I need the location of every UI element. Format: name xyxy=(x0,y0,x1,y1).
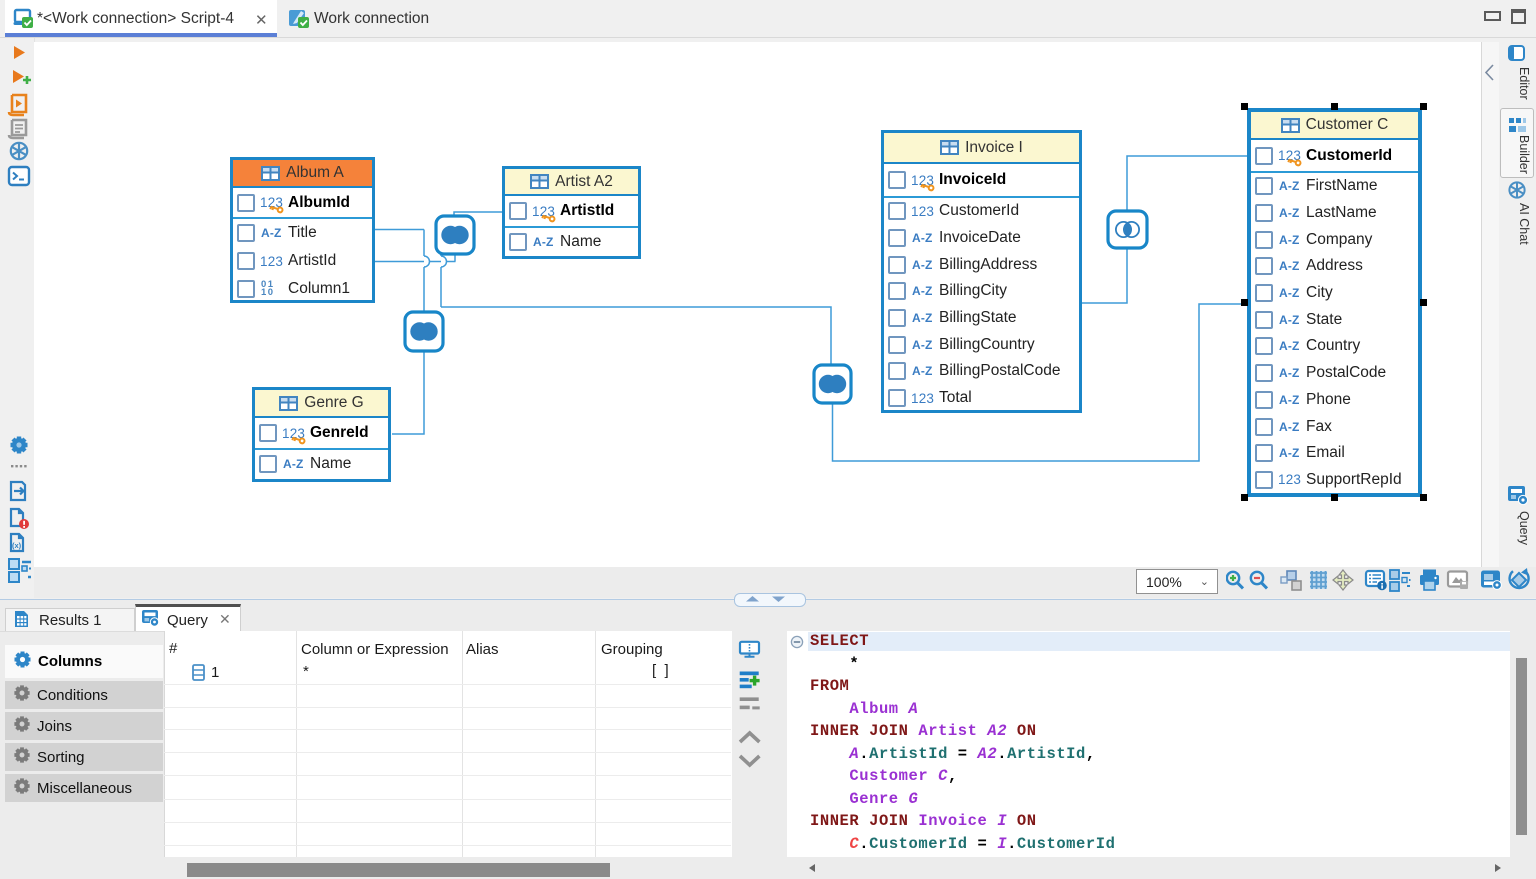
svg-text:(x): (x) xyxy=(12,541,22,550)
